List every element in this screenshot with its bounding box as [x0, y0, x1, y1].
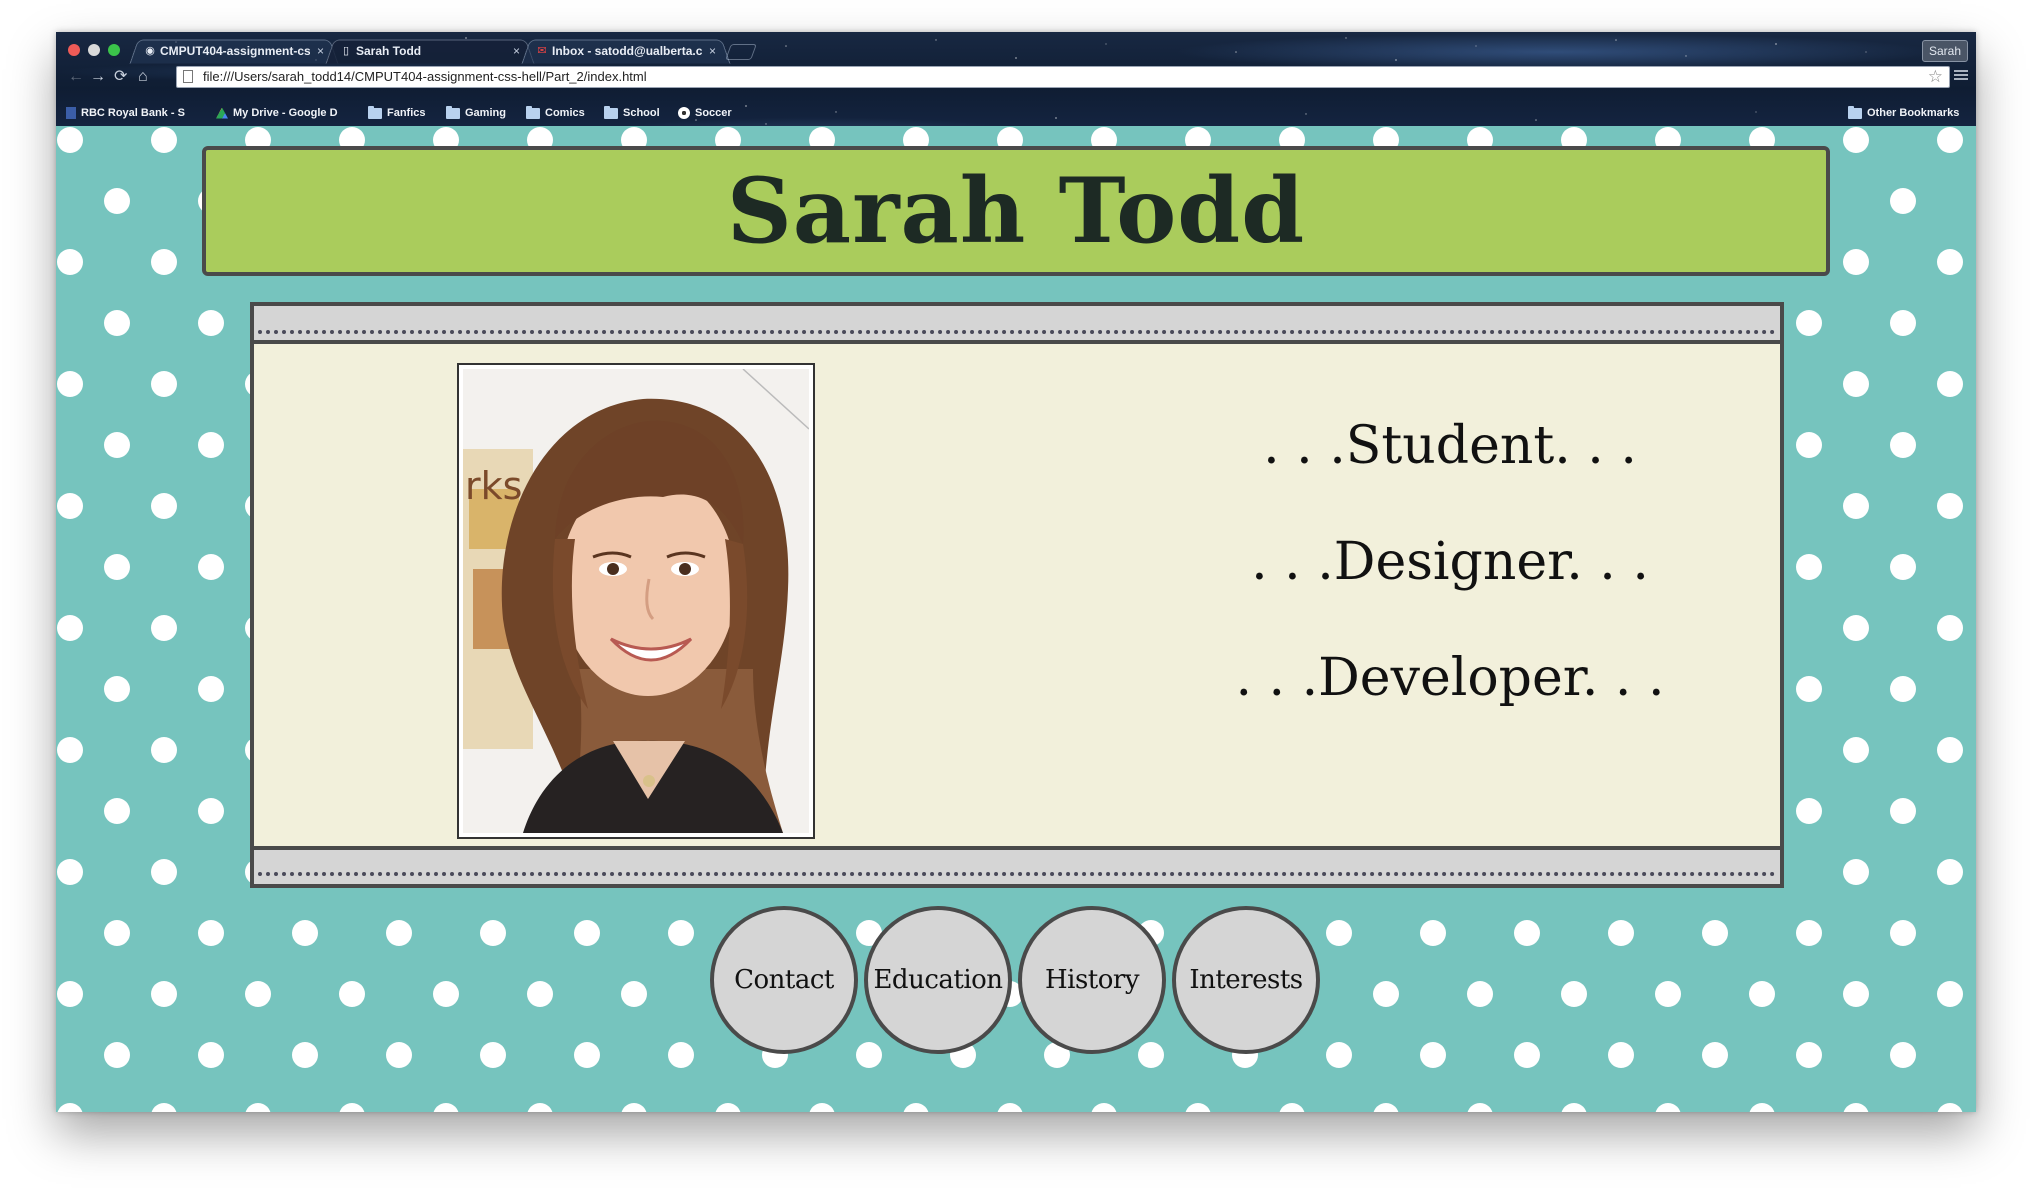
close-tab-icon[interactable]: ×: [513, 39, 520, 63]
profile-card: rks . . .Student. . . . . .Designer. . .…: [250, 302, 1784, 888]
bookmark-school[interactable]: School: [604, 102, 660, 124]
github-icon: ◉: [145, 45, 155, 57]
browser-window: ◉ CMPUT404-assignment-cs × ▯ Sarah Todd …: [56, 32, 1976, 1112]
minimize-window-button[interactable]: [88, 44, 100, 56]
file-icon: [183, 70, 193, 83]
close-tab-icon[interactable]: ×: [317, 39, 324, 63]
stitch-line: [258, 330, 1776, 334]
bookmark-comics[interactable]: Comics: [526, 102, 585, 124]
bookmark-fanfics[interactable]: Fanfics: [368, 102, 426, 124]
tab-cmput404[interactable]: ◉ CMPUT404-assignment-cs ×: [134, 39, 334, 63]
tab-title: Inbox - satodd@ualberta.c: [552, 44, 702, 58]
tab-title: Sarah Todd: [356, 44, 422, 58]
bookmark-other-bookmarks[interactable]: Other Bookmarks: [1848, 102, 1959, 124]
page-icon: ▯: [342, 45, 350, 57]
bookmark-soccer[interactable]: Soccer: [678, 102, 732, 124]
profile-photo-illustration: rks: [463, 369, 809, 833]
nav-education-button[interactable]: Education: [864, 906, 1012, 1054]
folder-icon: [446, 105, 460, 119]
new-tab-button[interactable]: [725, 44, 757, 60]
bottom-stitched-stripe: [254, 846, 1780, 884]
bookmark-label: My Drive - Google D: [233, 107, 338, 119]
back-arrow-icon[interactable]: ←: [68, 68, 84, 86]
bookmark-label: Gaming: [465, 107, 506, 119]
drive-icon: [216, 107, 228, 119]
roles-list: . . .Student. . . . . .Designer. . . . .…: [1140, 416, 1760, 764]
header-banner: Sarah Todd: [202, 146, 1830, 276]
close-window-button[interactable]: [68, 44, 80, 56]
bookmarks-bar: RBC Royal Bank - S My Drive - Google D F…: [56, 102, 1976, 124]
role-developer: . . .Developer. . .: [1235, 648, 1665, 708]
top-stitched-stripe: [254, 306, 1780, 344]
web-page: Sarah Todd rks . . .Student. . . . . .De…: [56, 126, 1976, 1112]
nav-contact-button[interactable]: Contact: [710, 906, 858, 1054]
bookmark-label: Comics: [545, 107, 585, 119]
folder-icon: [368, 105, 382, 119]
soccer-icon: [678, 107, 690, 119]
bank-icon: [66, 107, 76, 119]
folder-icon: [604, 105, 618, 119]
bookmark-label: School: [623, 107, 660, 119]
maximize-window-button[interactable]: [108, 44, 120, 56]
url-text: file:///Users/sarah_todd14/CMPUT404-assi…: [203, 69, 647, 84]
bookmark-label: RBC Royal Bank - S: [81, 107, 185, 119]
bookmark-rbc[interactable]: RBC Royal Bank - S: [66, 102, 185, 124]
browser-chrome: ◉ CMPUT404-assignment-cs × ▯ Sarah Todd …: [56, 32, 1976, 126]
nav-interests-button[interactable]: Interests: [1172, 906, 1320, 1054]
nav-history-button[interactable]: History: [1018, 906, 1166, 1054]
role-designer: . . .Designer. . .: [1251, 532, 1649, 592]
forward-arrow-icon[interactable]: →: [90, 68, 106, 86]
bookmark-star-icon[interactable]: ☆: [1928, 67, 1943, 87]
tab-title: CMPUT404-assignment-cs: [160, 44, 310, 58]
close-tab-icon[interactable]: ×: [709, 39, 716, 63]
home-icon[interactable]: ⌂: [138, 68, 148, 86]
profile-photo: rks: [457, 363, 815, 839]
tab-inbox[interactable]: ✉ Inbox - satodd@ualberta.c ×: [526, 39, 726, 63]
gmail-icon: ✉: [537, 45, 547, 57]
tab-sarah-todd[interactable]: ▯ Sarah Todd ×: [330, 39, 530, 63]
profile-button[interactable]: Sarah: [1922, 40, 1968, 62]
folder-icon: [526, 105, 540, 119]
bookmark-gaming[interactable]: Gaming: [446, 102, 506, 124]
page-title: Sarah Todd: [726, 158, 1306, 264]
svg-text:rks: rks: [465, 464, 522, 508]
bookmark-label: Other Bookmarks: [1867, 107, 1960, 119]
toolbar: ← → ⟳ ⌂ file:///Users/sarah_todd14/CMPUT…: [56, 64, 1976, 90]
bookmark-label: Soccer: [695, 107, 732, 119]
bookmark-label: Fanfics: [387, 107, 426, 119]
stitch-line: [258, 872, 1776, 876]
address-bar[interactable]: file:///Users/sarah_todd14/CMPUT404-assi…: [176, 66, 1950, 88]
reload-icon[interactable]: ⟳: [114, 68, 127, 86]
menu-icon[interactable]: [1954, 68, 1968, 82]
folder-icon: [1848, 105, 1862, 119]
role-student: . . .Student. . .: [1263, 416, 1637, 476]
bookmark-google-drive[interactable]: My Drive - Google D: [216, 102, 338, 124]
